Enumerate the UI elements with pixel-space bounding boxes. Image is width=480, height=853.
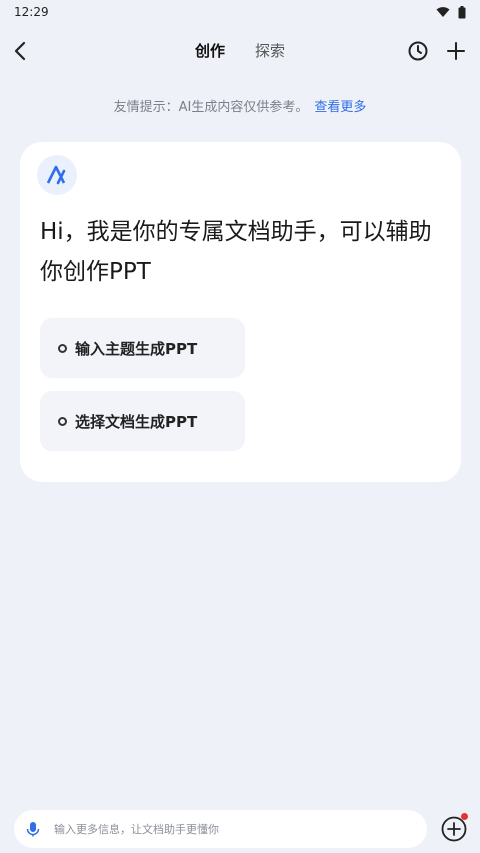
- input-placeholder: 输入更多信息，让文档助手更懂你: [54, 823, 219, 836]
- assistant-card: Hi，我是你的专属文档助手，可以辅助你创作PPT 输入主题生成PPT 选择文档生…: [20, 142, 461, 482]
- tip-text: 友情提示：AI生成内容仅供参考。: [113, 100, 309, 115]
- option-label: 选择文档生成PPT: [75, 412, 198, 431]
- app-logo-shape: [46, 165, 66, 185]
- greeting-text: Hi，我是你的专属文档助手，可以辅助你创作PPT: [40, 219, 432, 285]
- tab-create[interactable]: 创作: [195, 40, 225, 61]
- message-input[interactable]: 输入更多信息，让文档助手更懂你: [14, 810, 427, 848]
- bullet-icon: [58, 343, 67, 353]
- wifi-icon: [436, 7, 450, 17]
- option-label: 输入主题生成PPT: [75, 339, 198, 358]
- status-time: 12:29: [14, 5, 49, 19]
- notification-badge: [461, 813, 468, 820]
- app-logo-icon: [37, 155, 77, 195]
- disclaimer-tip: 友情提示：AI生成内容仅供参考。 查看更多: [0, 96, 480, 115]
- bullet-icon: [58, 416, 67, 426]
- mic-icon[interactable]: [24, 820, 42, 838]
- battery-icon: [458, 5, 466, 18]
- view-more-link[interactable]: 查看更多: [314, 100, 366, 115]
- add-icon[interactable]: [444, 39, 468, 63]
- tab-explore[interactable]: 探索: [255, 40, 285, 61]
- status-bar: 12:29: [0, 0, 480, 24]
- history-icon[interactable]: [406, 39, 430, 63]
- option-document-ppt[interactable]: 选择文档生成PPT: [40, 391, 245, 451]
- option-topic-ppt[interactable]: 输入主题生成PPT: [40, 318, 245, 378]
- top-bar: 创作 探索: [0, 30, 480, 72]
- status-icons: [436, 5, 466, 19]
